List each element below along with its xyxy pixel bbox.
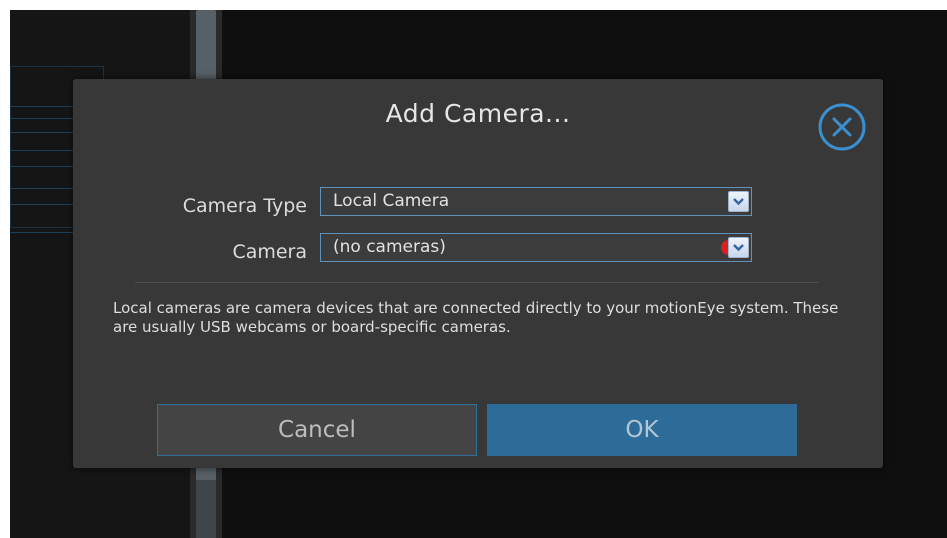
cancel-button[interactable]: Cancel [157, 404, 477, 456]
chevron-down-icon[interactable] [728, 237, 749, 258]
camera-value: (no cameras) [333, 237, 446, 257]
add-camera-dialog: Add Camera... Camera Type Local Camera C… [73, 79, 883, 468]
divider [135, 282, 819, 283]
background-line [10, 204, 80, 205]
background-scrollbar-lower [196, 480, 216, 538]
close-circle-icon [818, 103, 866, 151]
background-line [10, 232, 80, 233]
dialog-title: Add Camera... [385, 99, 571, 128]
background-line [10, 166, 80, 167]
background-line [10, 150, 80, 151]
chevron-down-icon[interactable] [728, 191, 749, 212]
background-line [10, 132, 80, 133]
ok-button[interactable]: OK [487, 404, 797, 456]
app-background: Add Camera... Camera Type Local Camera C… [10, 10, 947, 538]
camera-type-label: Camera Type [182, 195, 307, 217]
background-line [10, 188, 80, 189]
camera-type-description: Local cameras are camera devices that ar… [113, 299, 839, 336]
camera-select[interactable]: (no cameras) [320, 233, 752, 262]
camera-type-value: Local Camera [333, 191, 450, 211]
close-button[interactable] [816, 101, 868, 153]
camera-type-select[interactable]: Local Camera [320, 187, 752, 216]
camera-label: Camera [232, 241, 307, 263]
